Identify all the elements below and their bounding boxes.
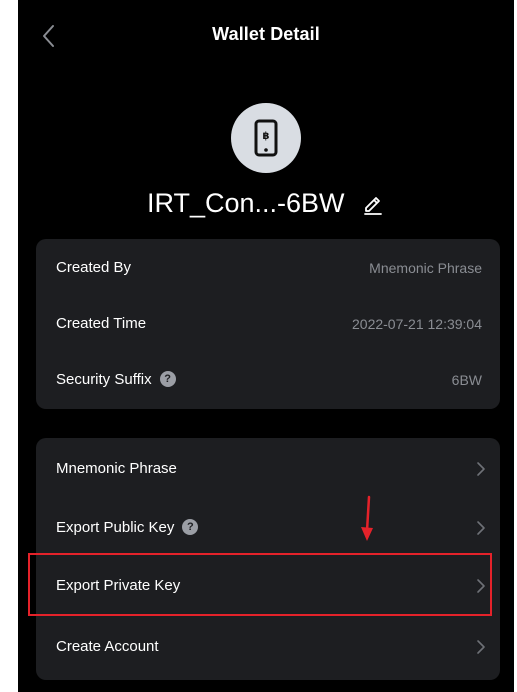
create-account-label: Create Account bbox=[56, 638, 159, 655]
security-suffix-label: Security Suffix bbox=[56, 371, 152, 388]
navigation-bar: Wallet Detail bbox=[18, 0, 514, 76]
export-private-key-row[interactable]: Export Private Key bbox=[36, 557, 500, 615]
chevron-right-icon bbox=[477, 521, 485, 535]
pencil-icon bbox=[364, 197, 382, 215]
page-title: Wallet Detail bbox=[212, 24, 320, 44]
wallet-name-row: IRT_Con...-6BW bbox=[18, 183, 514, 223]
created-time-value: 2022-07-21 12:39:04 bbox=[352, 316, 482, 332]
arrow-down-icon bbox=[361, 495, 373, 541]
mnemonic-phrase-row[interactable]: Mnemonic Phrase bbox=[36, 440, 500, 498]
wallet-avatar: ฿ bbox=[231, 103, 301, 173]
security-suffix-row: Security Suffix? 6BW bbox=[36, 351, 500, 409]
chevron-right-icon bbox=[477, 462, 485, 476]
export-public-key-row[interactable]: Export Public Key? bbox=[36, 499, 500, 557]
create-account-row[interactable]: Create Account bbox=[36, 618, 500, 676]
security-suffix-label-wrap: Security Suffix? bbox=[56, 351, 176, 409]
chevron-right-icon bbox=[477, 579, 485, 593]
created-time-row: Created Time 2022-07-21 12:39:04 bbox=[36, 295, 500, 353]
created-time-label: Created Time bbox=[56, 315, 147, 332]
export-private-key-label: Export Private Key bbox=[56, 577, 181, 594]
export-public-key-label: Export Public Key bbox=[56, 519, 175, 536]
created-by-value: Mnemonic Phrase bbox=[369, 260, 482, 276]
bitcoin-phone-icon: ฿ bbox=[254, 119, 278, 157]
created-by-label: Created By bbox=[56, 259, 132, 276]
edit-name-button[interactable] bbox=[361, 191, 385, 215]
security-suffix-value: 6BW bbox=[451, 372, 482, 388]
chevron-right-icon bbox=[477, 640, 485, 654]
created-by-row: Created By Mnemonic Phrase bbox=[36, 239, 500, 297]
help-icon[interactable]: ? bbox=[182, 519, 199, 536]
wallet-detail-screen: Wallet Detail ฿ IRT_Con...-6BW Created B… bbox=[18, 0, 514, 692]
wallet-info-card: Created By Mnemonic Phrase Created Time … bbox=[36, 239, 500, 409]
screenshot-canvas: Wallet Detail ฿ IRT_Con...-6BW Created B… bbox=[0, 0, 517, 692]
wallet-name: IRT_Con...-6BW bbox=[146, 188, 345, 218]
mnemonic-phrase-label: Mnemonic Phrase bbox=[56, 460, 177, 477]
wallet-actions-card: Mnemonic Phrase Export Public Key? Expor… bbox=[36, 438, 500, 680]
export-public-key-label-wrap: Export Public Key? bbox=[56, 499, 199, 557]
svg-text:฿: ฿ bbox=[263, 131, 270, 142]
help-icon[interactable]: ? bbox=[159, 371, 176, 388]
